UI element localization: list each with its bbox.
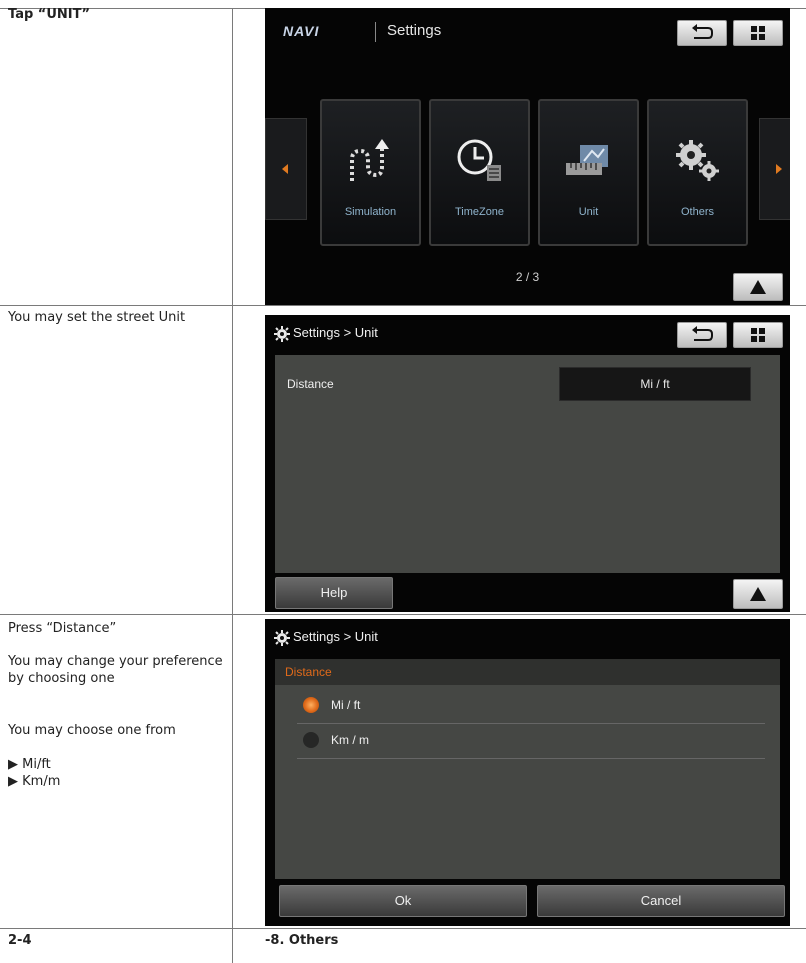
tile-timezone[interactable]: TimeZone [429, 99, 530, 246]
tile-label: Unit [578, 206, 599, 218]
tile-simulation[interactable]: Simulation [320, 99, 421, 246]
scroll-up-button[interactable] [733, 273, 783, 301]
back-arrow-icon [692, 24, 713, 39]
radio-selected-icon [303, 697, 319, 713]
row3-instruction-change: You may change your preference by choosi… [8, 654, 223, 686]
section-title: Distance [285, 665, 332, 679]
row3-instruction-choose: You may choose one from [8, 723, 176, 738]
option-mi-ft[interactable]: Mi / ft [297, 689, 765, 724]
radio-unselected-icon [303, 732, 319, 748]
breadcrumb: Settings > Unit [293, 629, 378, 644]
up-arrow-icon [750, 587, 766, 601]
manual-page: Tap “UNIT” You may set the street Unit P… [0, 0, 806, 963]
back-button[interactable] [677, 20, 727, 46]
row3-instruction-press: Press “Distance” [8, 621, 117, 636]
grid-menu-icon [751, 328, 765, 342]
up-arrow-icon [750, 280, 766, 294]
unit-settings-panel: Distance Mi / ft [275, 355, 780, 573]
gear-icon [274, 630, 290, 646]
option-label: Mi / ft [331, 698, 361, 712]
page-indicator: 2 / 3 [515, 270, 540, 284]
distance-label: Distance [287, 377, 334, 391]
section-header: Distance [275, 659, 780, 685]
gear-icon [274, 326, 290, 342]
tile-label: TimeZone [454, 206, 505, 218]
distance-button[interactable]: Mi / ft [559, 367, 751, 401]
row3-option-mi: ▶ Mi/ft [8, 757, 51, 772]
back-arrow-icon [692, 326, 713, 341]
tile-others[interactable]: Others [647, 99, 748, 246]
scroll-up-button[interactable] [733, 579, 783, 609]
menu-button[interactable] [733, 322, 783, 348]
section-title: -8. Others [265, 933, 339, 948]
row1-instruction: Tap “UNIT” [8, 7, 91, 22]
distance-options-panel: Distance Mi / ft Km / m [275, 659, 780, 879]
table-divider-2 [0, 614, 806, 615]
table-divider-1 [0, 305, 806, 306]
menu-button[interactable] [733, 20, 783, 46]
clock-icon [457, 139, 501, 181]
option-label: Km / m [331, 733, 369, 747]
navi-logo: NAVI [283, 23, 320, 39]
tile-unit[interactable]: Unit [538, 99, 639, 246]
table-divider-3 [0, 928, 806, 929]
option-km-m[interactable]: Km / m [297, 724, 765, 759]
tile-label: Others [680, 206, 714, 218]
simulation-icon [350, 139, 389, 181]
unit-settings-screen: Settings > Unit Distance Mi / ft Help [265, 315, 790, 612]
row3-option-km: ▶ Km/m [8, 774, 61, 789]
right-arrow-icon [776, 164, 782, 174]
screen-header: Settings > Unit [265, 619, 790, 657]
column-divider [232, 8, 233, 963]
gears-icon [676, 140, 719, 181]
screen-header: Settings > Unit [265, 315, 790, 353]
screen-title: Settings [387, 22, 442, 39]
distance-select-screen: Settings > Unit Distance Mi / ft Km / m … [265, 619, 790, 926]
breadcrumb: Settings > Unit [293, 325, 378, 340]
previous-page-button[interactable] [265, 118, 307, 220]
grid-menu-icon [751, 26, 765, 40]
header-separator [375, 22, 376, 42]
help-button[interactable]: Help [275, 577, 393, 609]
ok-button[interactable]: Ok [279, 885, 527, 917]
ruler-icon [566, 145, 608, 175]
settings-menu-screen: NAVI Settings Simulation TimeZone Unit O… [265, 8, 790, 305]
page-number: 2-4 [8, 933, 32, 948]
back-button[interactable] [677, 322, 727, 348]
cancel-button[interactable]: Cancel [537, 885, 785, 917]
tile-label: Simulation [344, 206, 397, 218]
left-arrow-icon [282, 164, 288, 174]
row2-instruction: You may set the street Unit [8, 310, 186, 325]
next-page-button[interactable] [759, 118, 790, 220]
